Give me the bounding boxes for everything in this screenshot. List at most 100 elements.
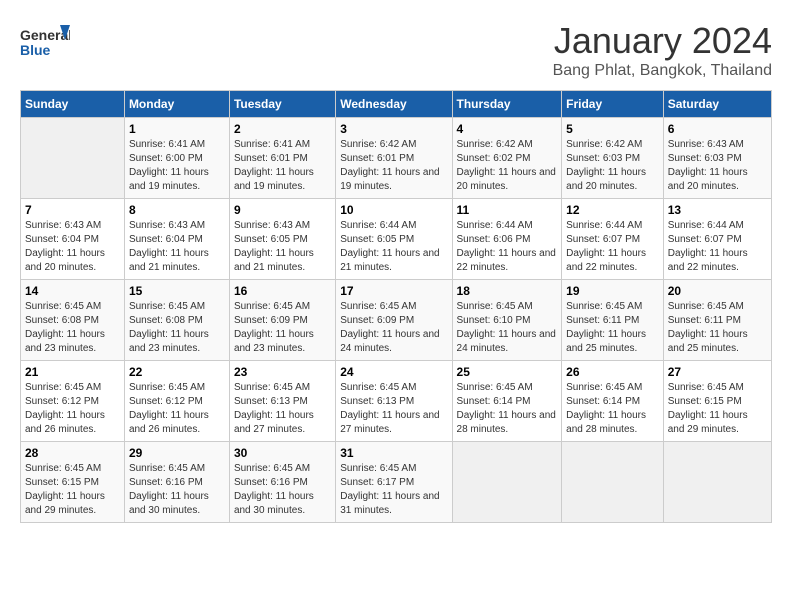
day-info: Sunrise: 6:45 AMSunset: 6:14 PMDaylight:… [566, 382, 646, 435]
day-number: 8 [129, 203, 225, 217]
calendar-cell: 26 Sunrise: 6:45 AMSunset: 6:14 PMDaylig… [562, 361, 664, 442]
day-number: 19 [566, 284, 659, 298]
day-info: Sunrise: 6:44 AMSunset: 6:06 PMDaylight:… [457, 220, 556, 273]
calendar-cell: 3 Sunrise: 6:42 AMSunset: 6:01 PMDayligh… [336, 118, 452, 199]
day-info: Sunrise: 6:45 AMSunset: 6:10 PMDaylight:… [457, 301, 556, 354]
day-number: 28 [25, 446, 120, 460]
day-number: 25 [457, 365, 558, 379]
calendar-week-1: 7 Sunrise: 6:43 AMSunset: 6:04 PMDayligh… [21, 199, 772, 280]
day-info: Sunrise: 6:41 AMSunset: 6:01 PMDaylight:… [234, 139, 314, 192]
calendar-cell: 4 Sunrise: 6:42 AMSunset: 6:02 PMDayligh… [452, 118, 562, 199]
weekday-header-wednesday: Wednesday [336, 91, 452, 118]
svg-text:Blue: Blue [20, 42, 51, 58]
day-number: 4 [457, 122, 558, 136]
day-info: Sunrise: 6:44 AMSunset: 6:07 PMDaylight:… [668, 220, 748, 273]
calendar-table: SundayMondayTuesdayWednesdayThursdayFrid… [20, 90, 772, 523]
calendar-cell: 27 Sunrise: 6:45 AMSunset: 6:15 PMDaylig… [663, 361, 771, 442]
calendar-cell: 10 Sunrise: 6:44 AMSunset: 6:05 PMDaylig… [336, 199, 452, 280]
calendar-cell: 29 Sunrise: 6:45 AMSunset: 6:16 PMDaylig… [124, 442, 229, 523]
calendar-cell: 19 Sunrise: 6:45 AMSunset: 6:11 PMDaylig… [562, 280, 664, 361]
calendar-cell: 31 Sunrise: 6:45 AMSunset: 6:17 PMDaylig… [336, 442, 452, 523]
calendar-cell: 25 Sunrise: 6:45 AMSunset: 6:14 PMDaylig… [452, 361, 562, 442]
day-number: 22 [129, 365, 225, 379]
calendar-title: January 2024 [553, 20, 772, 62]
calendar-cell: 17 Sunrise: 6:45 AMSunset: 6:09 PMDaylig… [336, 280, 452, 361]
day-info: Sunrise: 6:45 AMSunset: 6:12 PMDaylight:… [129, 382, 209, 435]
day-info: Sunrise: 6:45 AMSunset: 6:08 PMDaylight:… [25, 301, 105, 354]
calendar-cell [562, 442, 664, 523]
calendar-cell: 5 Sunrise: 6:42 AMSunset: 6:03 PMDayligh… [562, 118, 664, 199]
day-number: 15 [129, 284, 225, 298]
weekday-header-thursday: Thursday [452, 91, 562, 118]
logo: General Blue [20, 20, 74, 60]
day-number: 12 [566, 203, 659, 217]
title-area: January 2024 Bang Phlat, Bangkok, Thaila… [553, 20, 772, 80]
calendar-cell: 22 Sunrise: 6:45 AMSunset: 6:12 PMDaylig… [124, 361, 229, 442]
day-info: Sunrise: 6:43 AMSunset: 6:04 PMDaylight:… [25, 220, 105, 273]
day-info: Sunrise: 6:45 AMSunset: 6:13 PMDaylight:… [234, 382, 314, 435]
calendar-week-2: 14 Sunrise: 6:45 AMSunset: 6:08 PMDaylig… [21, 280, 772, 361]
calendar-cell: 18 Sunrise: 6:45 AMSunset: 6:10 PMDaylig… [452, 280, 562, 361]
weekday-header-saturday: Saturday [663, 91, 771, 118]
day-number: 20 [668, 284, 767, 298]
calendar-cell: 21 Sunrise: 6:45 AMSunset: 6:12 PMDaylig… [21, 361, 125, 442]
calendar-subtitle: Bang Phlat, Bangkok, Thailand [553, 62, 772, 80]
day-number: 24 [340, 365, 447, 379]
calendar-week-0: 1 Sunrise: 6:41 AMSunset: 6:00 PMDayligh… [21, 118, 772, 199]
calendar-cell: 2 Sunrise: 6:41 AMSunset: 6:01 PMDayligh… [229, 118, 335, 199]
calendar-cell: 6 Sunrise: 6:43 AMSunset: 6:03 PMDayligh… [663, 118, 771, 199]
weekday-header-row: SundayMondayTuesdayWednesdayThursdayFrid… [21, 91, 772, 118]
calendar-cell [663, 442, 771, 523]
day-number: 13 [668, 203, 767, 217]
day-number: 18 [457, 284, 558, 298]
calendar-cell: 24 Sunrise: 6:45 AMSunset: 6:13 PMDaylig… [336, 361, 452, 442]
day-info: Sunrise: 6:45 AMSunset: 6:11 PMDaylight:… [668, 301, 748, 354]
calendar-cell: 28 Sunrise: 6:45 AMSunset: 6:15 PMDaylig… [21, 442, 125, 523]
day-number: 31 [340, 446, 447, 460]
day-number: 10 [340, 203, 447, 217]
calendar-body: 1 Sunrise: 6:41 AMSunset: 6:00 PMDayligh… [21, 118, 772, 523]
logo-icon: General Blue [20, 20, 70, 60]
calendar-cell [452, 442, 562, 523]
day-number: 2 [234, 122, 331, 136]
day-info: Sunrise: 6:45 AMSunset: 6:16 PMDaylight:… [129, 463, 209, 516]
page-header: General Blue January 2024 Bang Phlat, Ba… [20, 20, 772, 80]
day-info: Sunrise: 6:44 AMSunset: 6:05 PMDaylight:… [340, 220, 439, 273]
day-info: Sunrise: 6:41 AMSunset: 6:00 PMDaylight:… [129, 139, 209, 192]
calendar-cell: 14 Sunrise: 6:45 AMSunset: 6:08 PMDaylig… [21, 280, 125, 361]
day-info: Sunrise: 6:45 AMSunset: 6:08 PMDaylight:… [129, 301, 209, 354]
weekday-header-friday: Friday [562, 91, 664, 118]
day-info: Sunrise: 6:45 AMSunset: 6:09 PMDaylight:… [340, 301, 439, 354]
day-info: Sunrise: 6:44 AMSunset: 6:07 PMDaylight:… [566, 220, 646, 273]
day-info: Sunrise: 6:45 AMSunset: 6:13 PMDaylight:… [340, 382, 439, 435]
weekday-header-tuesday: Tuesday [229, 91, 335, 118]
day-info: Sunrise: 6:42 AMSunset: 6:02 PMDaylight:… [457, 139, 556, 192]
day-number: 7 [25, 203, 120, 217]
day-number: 11 [457, 203, 558, 217]
day-number: 5 [566, 122, 659, 136]
day-number: 26 [566, 365, 659, 379]
day-info: Sunrise: 6:45 AMSunset: 6:14 PMDaylight:… [457, 382, 556, 435]
day-info: Sunrise: 6:43 AMSunset: 6:03 PMDaylight:… [668, 139, 748, 192]
day-number: 3 [340, 122, 447, 136]
day-number: 21 [25, 365, 120, 379]
day-info: Sunrise: 6:45 AMSunset: 6:15 PMDaylight:… [668, 382, 748, 435]
day-info: Sunrise: 6:43 AMSunset: 6:05 PMDaylight:… [234, 220, 314, 273]
calendar-cell [21, 118, 125, 199]
calendar-week-3: 21 Sunrise: 6:45 AMSunset: 6:12 PMDaylig… [21, 361, 772, 442]
calendar-cell: 11 Sunrise: 6:44 AMSunset: 6:06 PMDaylig… [452, 199, 562, 280]
day-info: Sunrise: 6:45 AMSunset: 6:16 PMDaylight:… [234, 463, 314, 516]
calendar-cell: 13 Sunrise: 6:44 AMSunset: 6:07 PMDaylig… [663, 199, 771, 280]
day-number: 17 [340, 284, 447, 298]
calendar-cell: 7 Sunrise: 6:43 AMSunset: 6:04 PMDayligh… [21, 199, 125, 280]
day-info: Sunrise: 6:43 AMSunset: 6:04 PMDaylight:… [129, 220, 209, 273]
calendar-cell: 9 Sunrise: 6:43 AMSunset: 6:05 PMDayligh… [229, 199, 335, 280]
calendar-cell: 30 Sunrise: 6:45 AMSunset: 6:16 PMDaylig… [229, 442, 335, 523]
calendar-cell: 16 Sunrise: 6:45 AMSunset: 6:09 PMDaylig… [229, 280, 335, 361]
day-info: Sunrise: 6:45 AMSunset: 6:17 PMDaylight:… [340, 463, 439, 516]
calendar-cell: 12 Sunrise: 6:44 AMSunset: 6:07 PMDaylig… [562, 199, 664, 280]
day-info: Sunrise: 6:45 AMSunset: 6:09 PMDaylight:… [234, 301, 314, 354]
day-info: Sunrise: 6:45 AMSunset: 6:12 PMDaylight:… [25, 382, 105, 435]
day-info: Sunrise: 6:42 AMSunset: 6:01 PMDaylight:… [340, 139, 439, 192]
day-number: 9 [234, 203, 331, 217]
